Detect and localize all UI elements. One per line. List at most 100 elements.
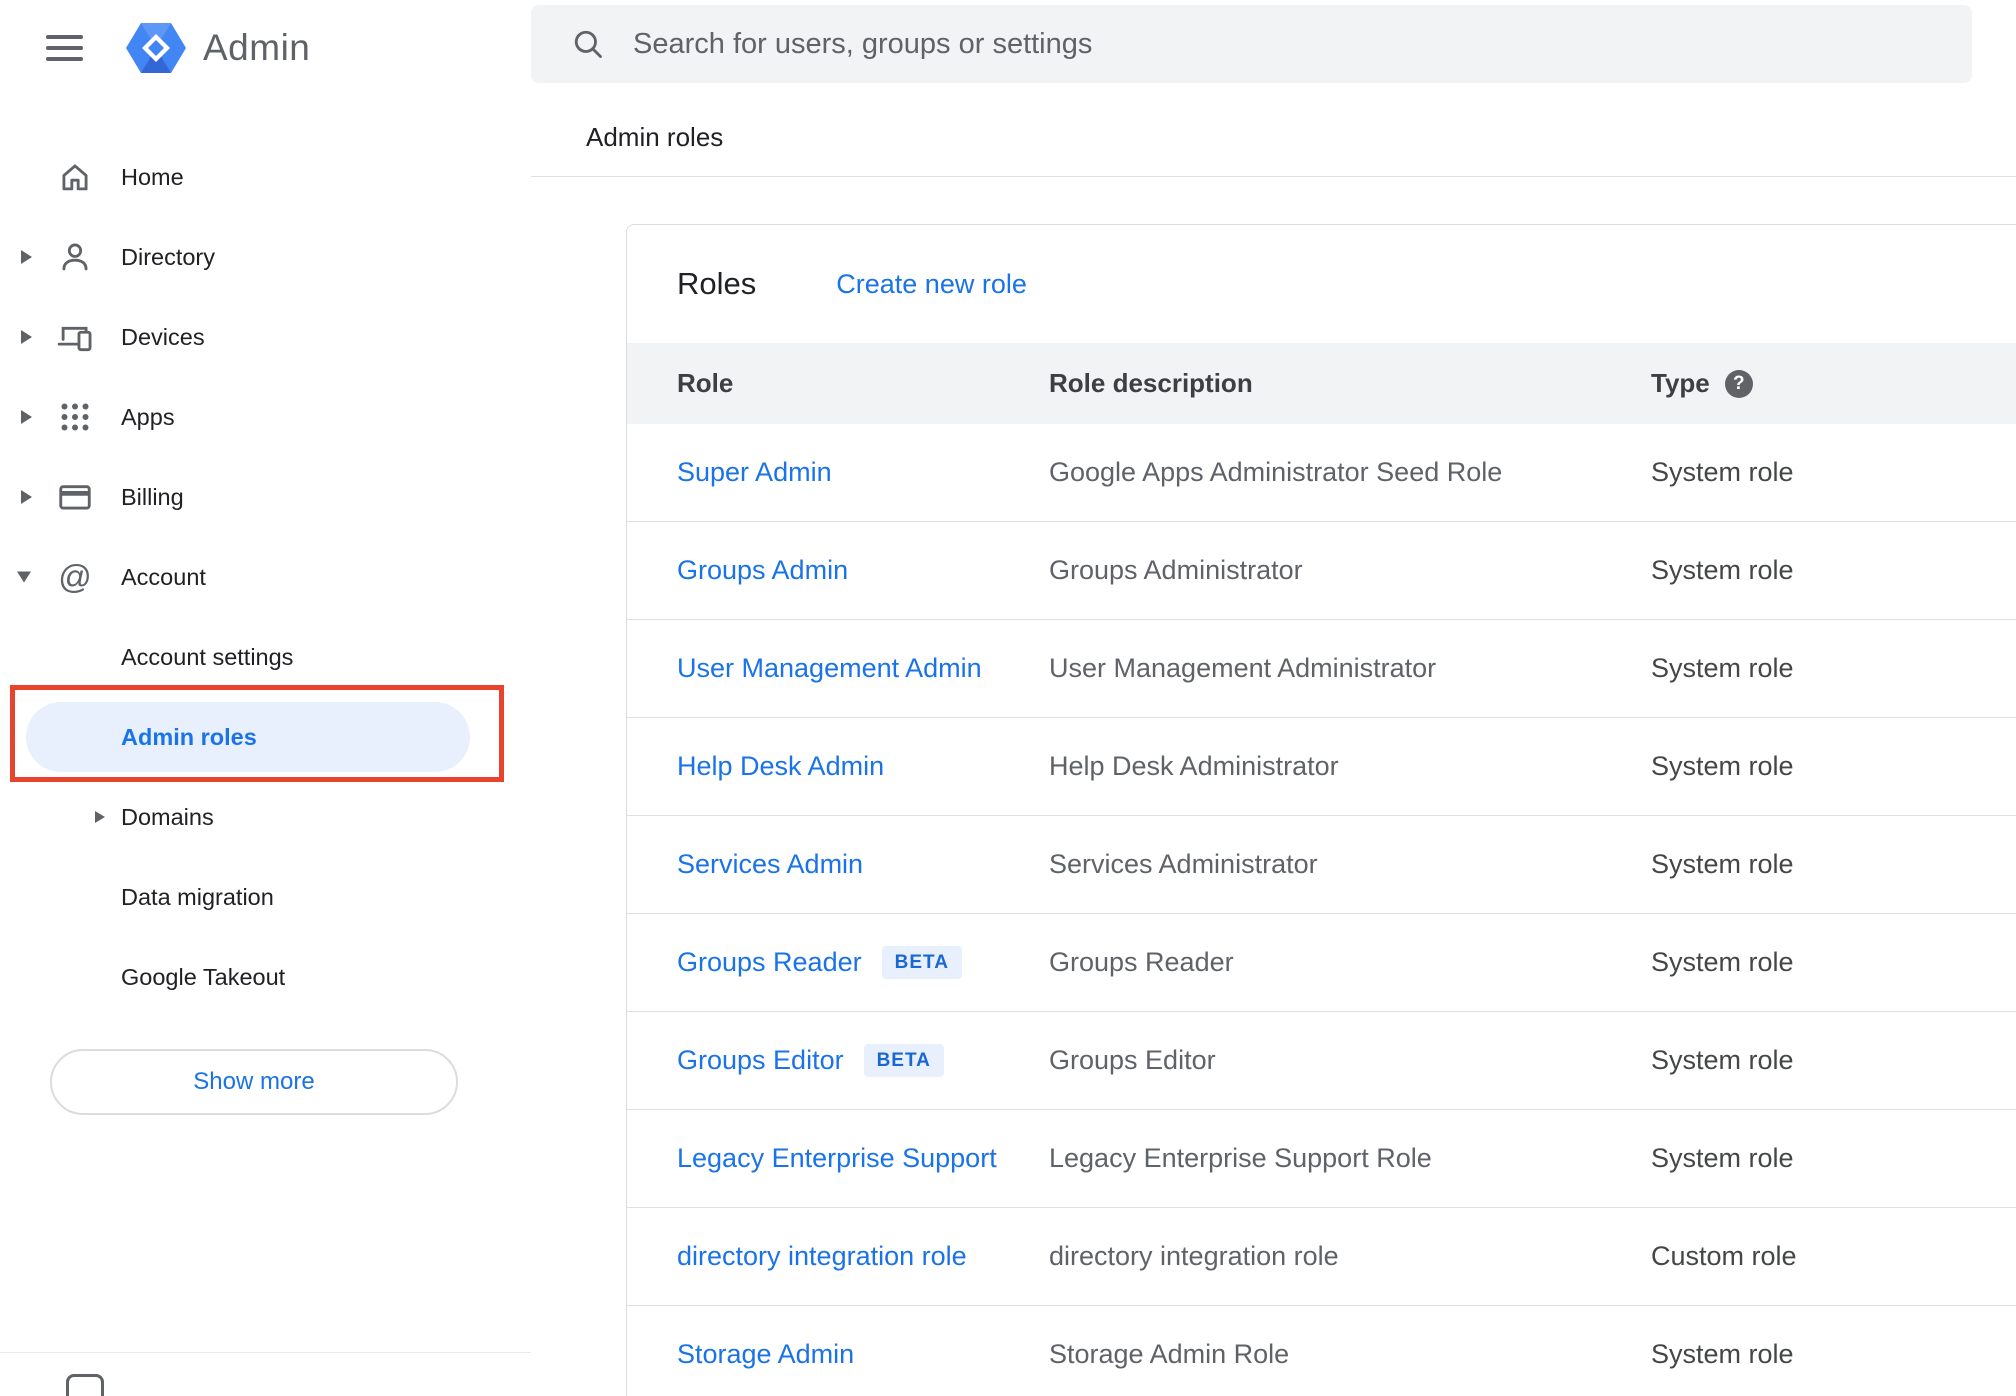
role-cell: Legacy Enterprise Support — [677, 1143, 1049, 1174]
role-type: System role — [1651, 751, 1794, 781]
role-cell: Groups Editor BETA — [677, 1044, 1049, 1077]
role-link[interactable]: Groups Editor — [677, 1045, 844, 1076]
roles-table-body: Super Admin Google Apps Administrator Se… — [627, 424, 2016, 1396]
sidebar-item-account-settings[interactable]: Account settings — [0, 617, 531, 697]
role-description: Services Administrator — [1049, 849, 1318, 879]
role-description: Google Apps Administrator Seed Role — [1049, 457, 1503, 487]
role-cell: Help Desk Admin — [677, 751, 1049, 782]
table-row: Groups Editor BETA Groups Editor System … — [627, 1012, 2016, 1110]
sidebar-item-account[interactable]: @ Account — [0, 537, 531, 617]
person-icon — [55, 237, 95, 277]
role-description: Storage Admin Role — [1049, 1339, 1290, 1369]
role-cell: Storage Admin — [677, 1339, 1049, 1370]
chevron-right-icon[interactable] — [21, 330, 32, 344]
apps-grid-icon — [55, 397, 95, 437]
role-link[interactable]: Super Admin — [677, 457, 832, 488]
table-row: directory integration role directory int… — [627, 1208, 2016, 1306]
main-content: Admin roles Roles Create new role Role R… — [531, 0, 2016, 1396]
sidebar-item-label: Apps — [121, 403, 175, 430]
billing-card-icon — [55, 477, 95, 517]
sidebar: Admin Home Directory Devices Apps Billin… — [0, 0, 531, 1396]
role-description: Legacy Enterprise Support Role — [1049, 1143, 1432, 1173]
table-row: Help Desk Admin Help Desk Administrator … — [627, 718, 2016, 816]
role-description: User Management Administrator — [1049, 653, 1437, 683]
sidebar-item-domains[interactable]: Domains — [0, 777, 531, 857]
partial-bottom-icon — [66, 1374, 104, 1396]
sidebar-item-apps[interactable]: Apps — [0, 377, 531, 457]
role-type: System role — [1651, 1045, 1794, 1075]
sidebar-item-label: Directory — [121, 243, 216, 270]
sidebar-item-directory[interactable]: Directory — [0, 217, 531, 297]
help-icon[interactable]: ? — [1724, 369, 1753, 398]
sidebar-item-label: Home — [121, 163, 184, 190]
sidebar-bottom-divider — [0, 1352, 531, 1353]
app-title: Admin — [203, 27, 311, 68]
role-type: System role — [1651, 1143, 1794, 1173]
sidebar-item-label: Google Takeout — [121, 963, 286, 990]
role-link[interactable]: Groups Admin — [677, 555, 848, 586]
roles-card: Roles Create new role Role Role descript… — [626, 224, 2016, 1396]
table-row: Legacy Enterprise Support Legacy Enterpr… — [627, 1110, 2016, 1208]
role-cell: directory integration role — [677, 1241, 1049, 1272]
home-icon — [55, 157, 95, 197]
roles-table-header: Role Role description Type ? — [627, 343, 2016, 424]
chevron-right-icon[interactable] — [21, 250, 32, 264]
table-row: Services Admin Services Administrator Sy… — [627, 816, 2016, 914]
sidebar-item-label: Billing — [121, 483, 184, 510]
menu-icon[interactable] — [46, 35, 83, 61]
role-link[interactable]: Help Desk Admin — [677, 751, 884, 782]
search-bar[interactable] — [531, 5, 1972, 83]
admin-console-screen: Admin Home Directory Devices Apps Billin… — [0, 0, 2016, 1396]
role-link[interactable]: Services Admin — [677, 849, 863, 880]
search-icon — [571, 27, 605, 61]
header-divider — [531, 176, 2016, 177]
role-description: Groups Editor — [1049, 1045, 1216, 1075]
admin-logo-icon — [125, 20, 187, 76]
role-description: Groups Administrator — [1049, 555, 1303, 585]
chevron-right-icon[interactable] — [95, 811, 105, 823]
breadcrumb: Admin roles — [586, 122, 724, 152]
sidebar-item-google-takeout[interactable]: Google Takeout — [0, 937, 531, 1017]
show-more-button[interactable]: Show more — [50, 1049, 458, 1115]
role-type: Custom role — [1651, 1241, 1797, 1271]
sidebar-item-devices[interactable]: Devices — [0, 297, 531, 377]
sidebar-item-home[interactable]: Home — [0, 137, 531, 217]
sidebar-item-billing[interactable]: Billing — [0, 457, 531, 537]
chevron-right-icon[interactable] — [21, 410, 32, 424]
chevron-down-icon[interactable] — [17, 571, 31, 583]
role-type: System role — [1651, 849, 1794, 879]
table-row: Groups Reader BETA Groups Reader System … — [627, 914, 2016, 1012]
role-link[interactable]: Legacy Enterprise Support — [677, 1143, 997, 1174]
devices-icon — [55, 317, 95, 357]
role-link[interactable]: directory integration role — [677, 1241, 967, 1272]
role-type: System role — [1651, 1339, 1794, 1369]
column-header-description: Role description — [1049, 368, 1253, 398]
role-link[interactable]: User Management Admin — [677, 653, 982, 684]
chevron-right-icon[interactable] — [21, 490, 32, 504]
sidebar-item-label: Account settings — [121, 643, 294, 670]
sidebar-item-label: Data migration — [121, 883, 274, 910]
create-new-role-link[interactable]: Create new role — [836, 269, 1027, 300]
sidebar-item-data-migration[interactable]: Data migration — [0, 857, 531, 937]
table-row: Groups Admin Groups Administrator System… — [627, 522, 2016, 620]
role-description: Help Desk Administrator — [1049, 751, 1339, 781]
sidebar-item-label: Admin roles — [121, 723, 257, 750]
role-type: System role — [1651, 457, 1794, 487]
beta-badge: BETA — [863, 1044, 944, 1077]
sidebar-item-admin-roles[interactable]: Admin roles — [0, 697, 531, 777]
table-row: Storage Admin Storage Admin Role System … — [627, 1306, 2016, 1396]
role-cell: Services Admin — [677, 849, 1049, 880]
role-cell: Groups Reader BETA — [677, 946, 1049, 979]
account-at-icon: @ — [58, 558, 92, 595]
roles-title: Roles — [677, 266, 757, 301]
role-cell: Groups Admin — [677, 555, 1049, 586]
role-description: directory integration role — [1049, 1241, 1339, 1271]
role-cell: Super Admin — [677, 457, 1049, 488]
sidebar-nav: Home Directory Devices Apps Billing @ Ac… — [0, 137, 531, 1017]
role-link[interactable]: Storage Admin — [677, 1339, 854, 1370]
role-type: System role — [1651, 555, 1794, 585]
sidebar-item-label: Domains — [121, 803, 214, 830]
role-link[interactable]: Groups Reader — [677, 947, 862, 978]
search-input[interactable] — [633, 27, 1942, 61]
brand-bar: Admin — [0, 0, 310, 96]
